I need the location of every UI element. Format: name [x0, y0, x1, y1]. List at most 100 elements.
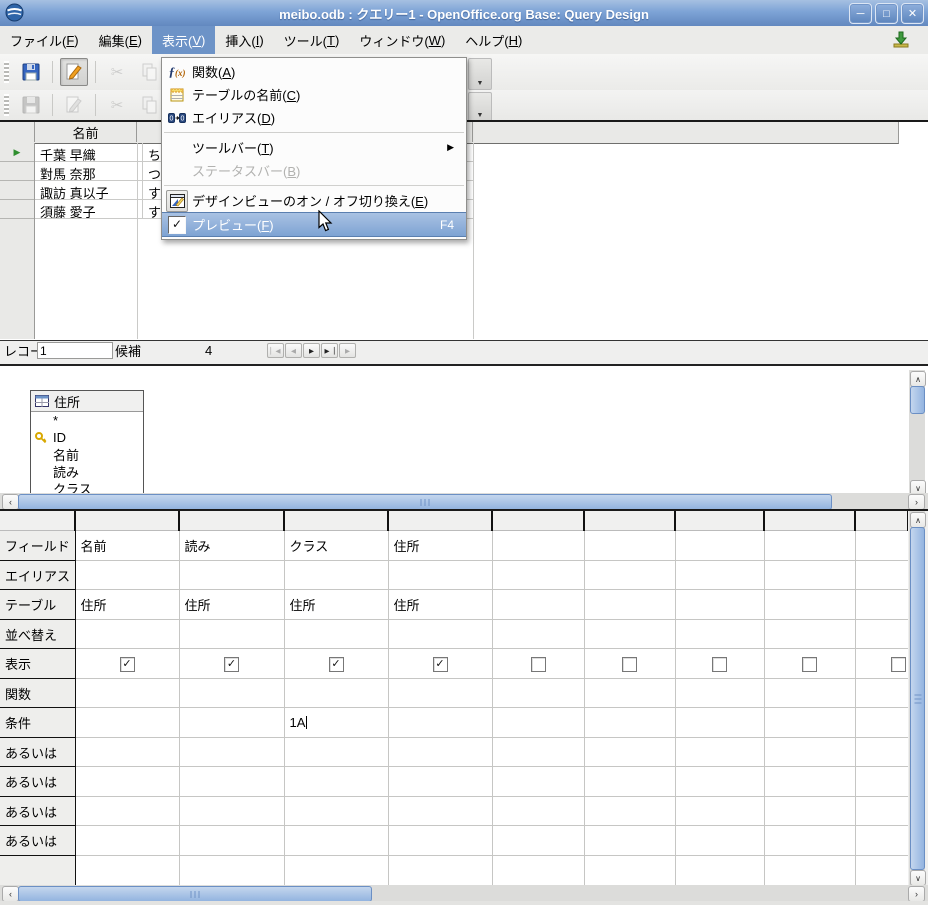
grid-cell[interactable] [584, 797, 675, 826]
toolbar-grip[interactable] [4, 94, 9, 116]
scroll-left-icon[interactable]: ‹ [2, 494, 19, 510]
grid-cell[interactable] [675, 826, 764, 856]
grid-cell[interactable] [584, 679, 675, 708]
record-selector[interactable] [0, 181, 34, 200]
close-button[interactable]: ✕ [901, 3, 924, 24]
grid-column-header[interactable] [584, 511, 675, 531]
minimize-button[interactable]: ─ [849, 3, 872, 24]
grid-cell[interactable] [584, 590, 675, 620]
grid-column-header[interactable] [75, 511, 179, 531]
toolbar-grip[interactable] [4, 61, 9, 83]
save-button-disabled[interactable] [17, 91, 45, 119]
load-url-icon[interactable] [892, 31, 910, 49]
grid-cell[interactable] [179, 738, 284, 767]
scroll-right-icon[interactable]: › [908, 886, 925, 902]
row-selector-header[interactable] [0, 122, 35, 142]
copy-button-disabled[interactable] [136, 91, 164, 119]
grid-vertical-scrollbar[interactable]: ∧ ∨ [909, 511, 925, 885]
grid-column-header[interactable] [764, 511, 855, 531]
grid-cell[interactable]: 名前 [75, 531, 179, 561]
grid-cell[interactable]: 読み [179, 531, 284, 561]
record-number-input[interactable] [37, 342, 113, 359]
grid-cell[interactable] [492, 826, 584, 856]
field-item-star[interactable]: * [31, 412, 143, 429]
scrollbar-thumb[interactable] [910, 527, 925, 870]
grid-cell[interactable]: クラス [284, 531, 388, 561]
grid-column-header[interactable] [388, 511, 492, 531]
grid-cell[interactable] [284, 679, 388, 708]
grid-cell[interactable]: 住所 [388, 531, 492, 561]
first-record-button[interactable]: ▏◀ [267, 343, 284, 358]
menu-help[interactable]: ヘルプ(H) [455, 26, 532, 54]
grid-cell[interactable] [764, 797, 855, 826]
scroll-left-icon[interactable]: ‹ [2, 886, 19, 902]
edit-button-disabled[interactable] [60, 91, 88, 119]
visible-checkbox[interactable] [531, 657, 546, 672]
design-vertical-scrollbar[interactable]: ∧ ∨ [909, 370, 925, 495]
cell-name[interactable]: 須藤 愛子 [35, 200, 143, 218]
menuitem-functions[interactable]: ƒ(x) 関数(A) [162, 60, 466, 83]
grid-cell[interactable] [179, 856, 284, 886]
grid-cell[interactable] [75, 561, 179, 590]
grid-cell[interactable] [855, 561, 908, 590]
grid-cell[interactable] [584, 620, 675, 649]
grid-cell[interactable] [764, 620, 855, 649]
grid-cell[interactable] [388, 561, 492, 590]
menu-edit[interactable]: 編集(E) [89, 26, 152, 54]
grid-cell[interactable] [584, 561, 675, 590]
menu-insert[interactable]: 挿入(I) [215, 26, 273, 54]
menu-file[interactable]: ファイル(F) [0, 26, 89, 54]
grid-cell[interactable] [179, 620, 284, 649]
grid-cell[interactable] [284, 797, 388, 826]
toolbar-overflow-button[interactable]: ▼ [468, 92, 492, 122]
grid-cell[interactable] [492, 797, 584, 826]
grid-cell[interactable] [675, 738, 764, 767]
grid-cell[interactable] [584, 531, 675, 561]
grid-cell[interactable] [764, 767, 855, 797]
grid-cell[interactable] [388, 797, 492, 826]
grid-cell[interactable] [764, 708, 855, 738]
grid-cell[interactable] [284, 826, 388, 856]
scroll-down-icon[interactable]: ∨ [910, 870, 926, 886]
cell-name[interactable]: 諏訪 真以子 [35, 181, 143, 199]
grid-cell[interactable] [855, 767, 908, 797]
grid-cell[interactable] [675, 561, 764, 590]
grid-cell[interactable] [284, 561, 388, 590]
grid-cell[interactable] [675, 531, 764, 561]
grid-cell[interactable] [388, 679, 492, 708]
grid-cell[interactable] [764, 856, 855, 886]
grid-cell[interactable] [75, 708, 179, 738]
grid-cell[interactable]: 住所 [179, 590, 284, 620]
record-selector[interactable] [0, 162, 34, 181]
grid-cell[interactable] [179, 561, 284, 590]
visible-checkbox[interactable] [802, 657, 817, 672]
menu-view[interactable]: 表示(V) [152, 26, 215, 54]
menuitem-preview[interactable]: ✓ プレビュー(F) F4 [162, 212, 466, 237]
grid-cell[interactable] [855, 797, 908, 826]
field-item-id[interactable]: ID [31, 429, 143, 446]
grid-cell[interactable] [179, 767, 284, 797]
grid-column-header[interactable] [855, 511, 908, 531]
menuitem-alias[interactable]: 0 0 エイリアス(D) [162, 106, 466, 129]
new-record-button[interactable]: ▶ [339, 343, 356, 358]
scroll-up-icon[interactable]: ∧ [910, 371, 926, 387]
scroll-up-icon[interactable]: ∧ [910, 512, 926, 528]
grid-cell[interactable] [388, 767, 492, 797]
grid-cell[interactable] [492, 738, 584, 767]
grid-cell[interactable] [764, 679, 855, 708]
grid-column-header[interactable] [284, 511, 388, 531]
grid-cell[interactable] [75, 826, 179, 856]
grid-corner-cell[interactable] [0, 511, 75, 531]
grid-cell[interactable] [179, 679, 284, 708]
grid-cell[interactable] [584, 826, 675, 856]
field-list-window[interactable]: 住所 * ID 名前 読み クラス [30, 390, 144, 497]
grid-cell[interactable] [675, 679, 764, 708]
title-bar[interactable]: meibo.odb : クエリー1 - OpenOffice.org Base:… [0, 0, 928, 27]
grid-cell[interactable] [492, 708, 584, 738]
menu-tools[interactable]: ツール(T) [274, 26, 350, 54]
field-item-name[interactable]: 名前 [31, 446, 143, 463]
grid-cell[interactable] [388, 738, 492, 767]
grid-column-header[interactable] [179, 511, 284, 531]
grid-cell[interactable] [764, 826, 855, 856]
grid-cell[interactable] [855, 708, 908, 738]
